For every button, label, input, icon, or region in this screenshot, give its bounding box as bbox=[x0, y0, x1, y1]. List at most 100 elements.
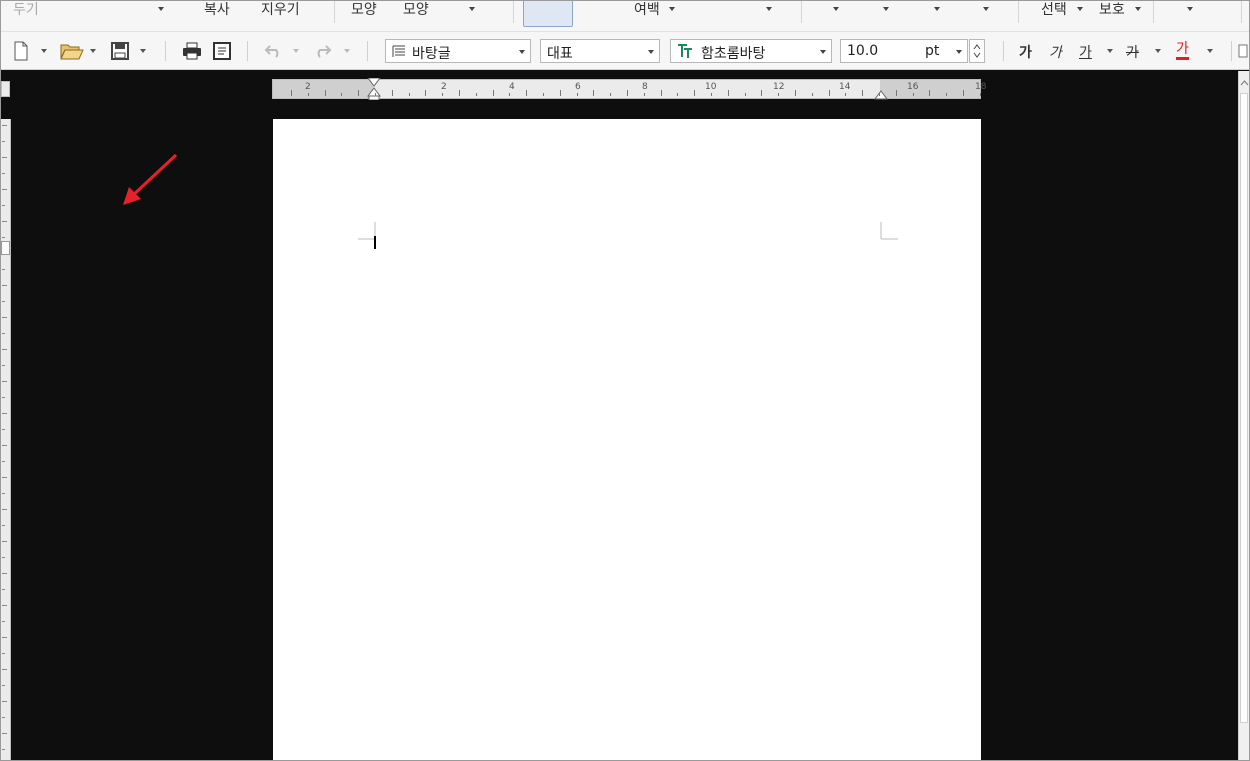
font-size-select[interactable]: 10.0 pt bbox=[840, 39, 968, 63]
redo-icon[interactable] bbox=[311, 40, 333, 62]
chevron-down-icon[interactable] bbox=[519, 50, 525, 54]
chevron-down-icon[interactable] bbox=[1077, 7, 1083, 11]
vertical-scrollbar[interactable] bbox=[1238, 71, 1249, 760]
ruler-tick bbox=[425, 90, 427, 96]
ruler-tick bbox=[2, 493, 5, 494]
ruler-tick bbox=[2, 141, 5, 142]
ruler-tick bbox=[2, 557, 5, 558]
ruler-tick bbox=[2, 621, 5, 622]
ruler-tick bbox=[2, 733, 7, 734]
italic-button[interactable]: 가 bbox=[1049, 42, 1062, 62]
chevron-down-icon[interactable] bbox=[934, 7, 940, 11]
divider bbox=[513, 1, 514, 23]
underline-button[interactable]: 가 bbox=[1079, 42, 1092, 62]
indent-marker-icon[interactable] bbox=[367, 78, 381, 100]
ruler-tick bbox=[324, 90, 326, 96]
ribbon-label-hold[interactable]: 두기 bbox=[13, 1, 39, 19]
undo-dropdown-icon[interactable] bbox=[293, 49, 299, 53]
chevron-down-icon[interactable] bbox=[983, 7, 989, 11]
ruler-tick bbox=[946, 93, 948, 96]
new-document-icon[interactable] bbox=[11, 40, 31, 62]
chevron-down-icon[interactable] bbox=[158, 7, 164, 11]
underline-dropdown-icon[interactable] bbox=[1107, 49, 1113, 53]
ruler-tick bbox=[694, 90, 696, 96]
toolbar-more-icon[interactable] bbox=[1237, 40, 1249, 62]
ribbon-label-margin[interactable]: 여백 bbox=[634, 1, 660, 19]
ribbon-label-shape-2[interactable]: 모양 bbox=[403, 1, 429, 19]
language-select[interactable]: 대표 bbox=[540, 39, 660, 63]
ruler-tick bbox=[845, 93, 847, 96]
ribbon-label-copy[interactable]: 복사 bbox=[204, 1, 230, 19]
chevron-down-icon[interactable] bbox=[766, 7, 772, 11]
ruler-tick bbox=[2, 381, 7, 382]
formatting-toolbar: 바탕글 대표 함초롬바탕 10.0 pt 가 가 가 가 가 bbox=[1, 32, 1249, 70]
ruler-tick bbox=[2, 189, 7, 190]
divider bbox=[1153, 1, 1154, 23]
ribbon-label-protect[interactable]: 보호 bbox=[1099, 1, 1125, 19]
strikethrough-button[interactable]: 가 bbox=[1126, 42, 1139, 62]
ruler-tick bbox=[459, 90, 460, 96]
window: 두기 복사 지우기 모양 모양 여백 선택 보호 바탕글 대표 함초롬바탕 10… bbox=[0, 0, 1250, 761]
divider bbox=[1241, 1, 1242, 23]
ruler-tick bbox=[2, 685, 5, 686]
open-folder-icon[interactable] bbox=[59, 40, 85, 62]
scroll-up-icon[interactable] bbox=[1240, 77, 1249, 89]
document-page[interactable] bbox=[273, 119, 981, 760]
chevron-down-icon[interactable] bbox=[1135, 7, 1141, 11]
chevron-down-icon[interactable] bbox=[469, 7, 475, 11]
ruler-tick bbox=[2, 429, 5, 430]
ruler-tick bbox=[2, 285, 7, 286]
ruler-tick bbox=[2, 509, 7, 510]
right-indent-marker-icon[interactable] bbox=[874, 90, 888, 100]
ruler-tick bbox=[2, 125, 7, 126]
ruler-tick bbox=[2, 637, 7, 638]
chevron-down-icon[interactable] bbox=[648, 50, 654, 54]
ruler-tick bbox=[408, 93, 410, 96]
open-dropdown-icon[interactable] bbox=[90, 49, 96, 53]
ruler-tick bbox=[912, 93, 914, 96]
print-icon[interactable] bbox=[181, 40, 203, 62]
undo-icon[interactable] bbox=[263, 40, 285, 62]
text-color-dropdown-icon[interactable] bbox=[1207, 49, 1213, 53]
ruler-tick bbox=[711, 93, 712, 96]
save-icon[interactable] bbox=[109, 40, 131, 62]
chevron-down-icon[interactable] bbox=[956, 50, 962, 54]
ruler-number: 12 bbox=[773, 82, 785, 92]
redo-dropdown-icon[interactable] bbox=[344, 49, 350, 53]
chevron-down-icon[interactable] bbox=[1187, 7, 1193, 11]
scroll-thumb[interactable] bbox=[1240, 93, 1248, 723]
vertical-ruler-marker[interactable] bbox=[1, 241, 10, 255]
ruler-number: 10 bbox=[705, 82, 717, 92]
bold-button[interactable]: 가 bbox=[1019, 42, 1032, 62]
ribbon-selected-button[interactable] bbox=[523, 1, 573, 27]
font-size-spinner[interactable] bbox=[969, 39, 985, 63]
strike-dropdown-icon[interactable] bbox=[1155, 49, 1161, 53]
ruler-tick bbox=[391, 90, 393, 96]
chevron-down-icon[interactable] bbox=[883, 7, 889, 11]
ruler-tick bbox=[2, 717, 5, 718]
chevron-down-icon[interactable] bbox=[833, 7, 839, 11]
ruler-tick bbox=[610, 93, 612, 96]
ribbon-label-shape-1[interactable]: 모양 bbox=[351, 1, 377, 19]
ruler-tick bbox=[2, 365, 5, 366]
ruler-tick bbox=[559, 90, 561, 96]
ruler-tick bbox=[2, 173, 5, 174]
save-dropdown-icon[interactable] bbox=[140, 49, 146, 53]
vertical-ruler[interactable] bbox=[1, 119, 11, 760]
ruler-tick bbox=[2, 573, 7, 574]
font-select[interactable]: 함초롬바탕 bbox=[670, 39, 832, 63]
new-dropdown-icon[interactable] bbox=[41, 49, 47, 53]
text-color-button[interactable]: 가 bbox=[1176, 42, 1189, 60]
ruler-tick bbox=[761, 90, 763, 96]
preview-icon[interactable] bbox=[211, 40, 233, 62]
ruler-tick bbox=[291, 90, 292, 96]
font-size-unit: pt bbox=[925, 43, 940, 59]
ruler-tick bbox=[2, 477, 7, 478]
horizontal-ruler[interactable]: 2 2 4 6 8 10 12 14 16 18 bbox=[272, 78, 986, 100]
chevron-down-icon[interactable] bbox=[669, 7, 675, 11]
paragraph-style-select[interactable]: 바탕글 bbox=[385, 39, 531, 63]
ribbon-label-erase[interactable]: 지우기 bbox=[261, 1, 300, 19]
ruler-tick bbox=[929, 90, 931, 96]
ribbon-label-select[interactable]: 선택 bbox=[1041, 1, 1067, 19]
chevron-down-icon[interactable] bbox=[820, 50, 826, 54]
